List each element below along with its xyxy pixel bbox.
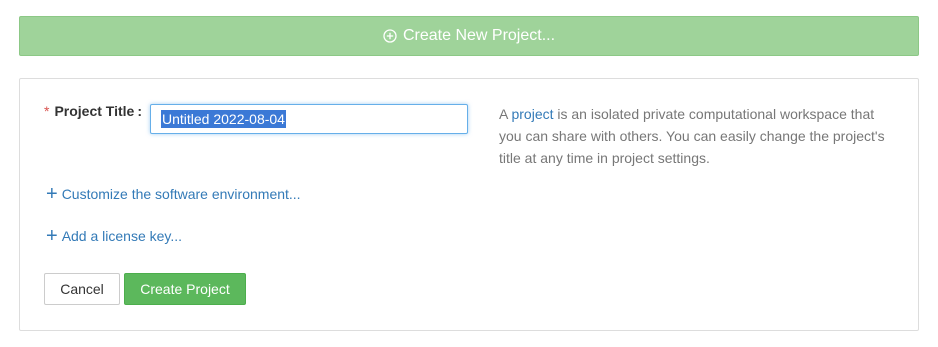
project-title-input[interactable]: Untitled 2022-08-04: [150, 104, 468, 134]
project-help-text: A project is an isolated private computa…: [499, 103, 899, 169]
plus-icon: +: [46, 225, 58, 247]
plus-icon: +: [46, 183, 58, 205]
cancel-button[interactable]: Cancel: [44, 273, 120, 305]
customize-environment-link[interactable]: + Customize the software environment...: [46, 183, 301, 205]
help-text-suffix: is an isolated private computational wor…: [499, 106, 885, 166]
create-project-button[interactable]: Create Project: [124, 273, 246, 305]
create-new-project-label: Create New Project...: [402, 27, 556, 44]
project-info-link[interactable]: project: [511, 106, 553, 122]
required-indicator: *: [44, 103, 50, 119]
customize-environment-label: Customize the software environment...: [61, 186, 301, 202]
add-license-key-label: Add a license key...: [61, 228, 183, 244]
label-colon: :: [137, 103, 143, 119]
plus-circle-icon: [383, 29, 397, 43]
help-text-prefix: A: [499, 106, 512, 122]
project-title-value: Untitled 2022-08-04: [161, 110, 286, 128]
project-title-label: Project Title: [54, 103, 135, 119]
create-new-project-button[interactable]: Create New Project...: [19, 16, 919, 56]
add-license-key-link[interactable]: + Add a license key...: [46, 225, 183, 247]
project-title-label-group: * Project Title :: [44, 103, 142, 119]
new-project-form: * Project Title : Untitled 2022-08-04 A …: [19, 78, 919, 331]
